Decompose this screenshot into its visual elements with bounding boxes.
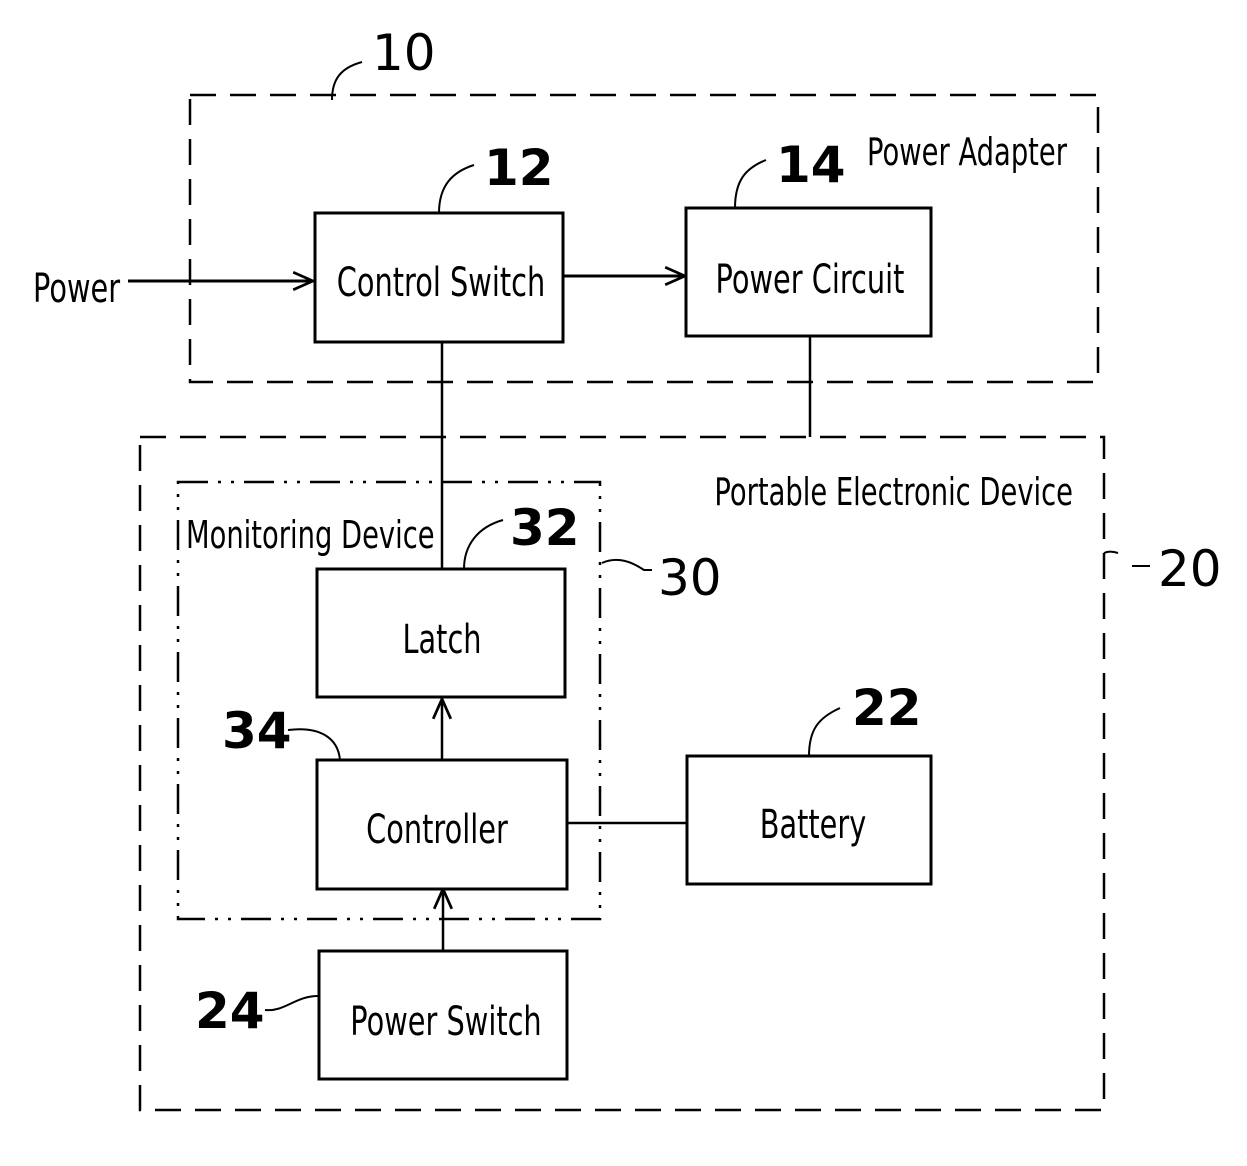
- block-diagram: Power Adapter 10 Portable Electronic Dev…: [33, 24, 1222, 1112]
- monitoring-device-ref: 30: [658, 549, 722, 607]
- portable-device-ref-leader: [1103, 550, 1150, 567]
- power-adapter-label: Power Adapter: [867, 129, 1067, 174]
- power-circuit-ref-leader: [734, 159, 767, 209]
- power-input-label: Power: [33, 266, 121, 312]
- control-switch-ref: 12: [484, 139, 554, 197]
- controller-ref: 34: [222, 702, 292, 760]
- controller-ref-leader: [287, 728, 341, 761]
- power-switch-block: Power Switch 24: [195, 949, 569, 1081]
- controller-label: Controller: [366, 807, 508, 853]
- power-switch-label: Power Switch: [350, 999, 541, 1045]
- portable-device-label: Portable Electronic Device: [714, 469, 1073, 514]
- power-circuit-ref: 14: [776, 136, 846, 194]
- control-switch-ref-leader: [438, 164, 475, 214]
- monitoring-device-ref-leader: [601, 559, 652, 571]
- portable-device-ref: 20: [1158, 540, 1222, 598]
- power-switch-ref-leader: [264, 995, 319, 1012]
- power-circuit-label: Power Circuit: [716, 257, 905, 303]
- power-adapter-ref: 10: [372, 24, 436, 82]
- control-switch-label: Control Switch: [337, 260, 545, 306]
- control-switch-block: Control Switch 12: [313, 139, 565, 344]
- battery-ref-leader: [808, 707, 841, 757]
- battery-ref: 22: [852, 679, 922, 737]
- battery-label: Battery: [760, 802, 867, 848]
- monitoring-device-label: Monitoring Device: [186, 512, 435, 557]
- power-switch-ref: 24: [195, 982, 265, 1040]
- latch-ref-leader: [463, 519, 504, 570]
- controller-block: Controller 34: [222, 702, 569, 891]
- battery-block: Battery 22: [685, 679, 933, 886]
- latch-ref: 32: [510, 499, 580, 557]
- latch-label: Latch: [402, 617, 481, 663]
